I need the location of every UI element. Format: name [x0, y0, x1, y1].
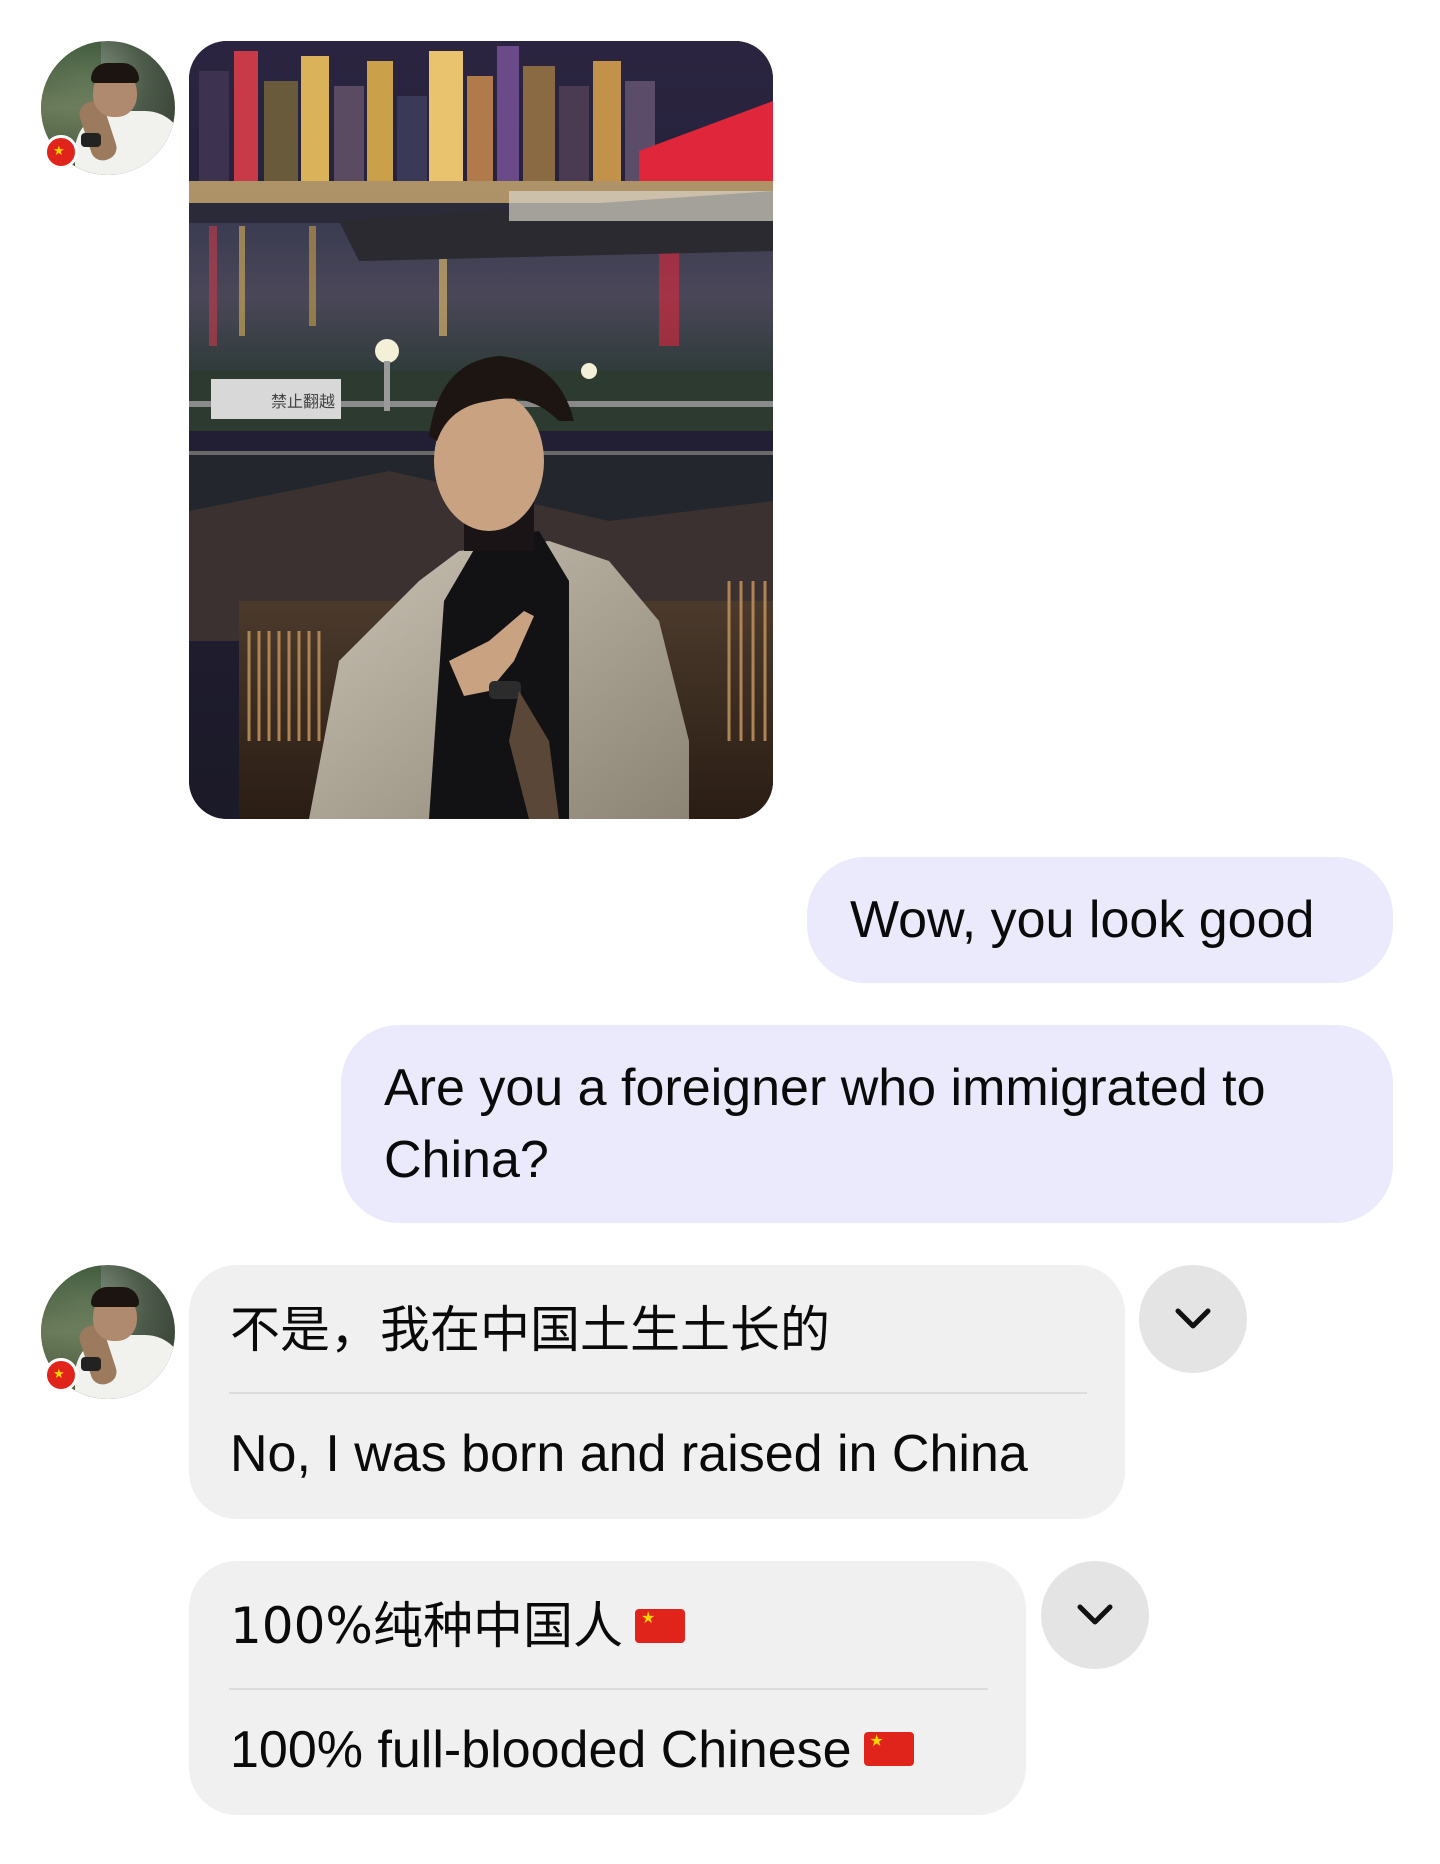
- china-flag-badge-icon: ★: [44, 135, 78, 169]
- translated-text: No, I was born and raised in China: [230, 1425, 1028, 1483]
- translation-divider: [229, 1392, 1087, 1394]
- china-flag-icon: ★: [634, 1608, 685, 1643]
- image-message[interactable]: 禁止翻越: [189, 41, 773, 819]
- china-flag-icon: ★: [863, 1732, 914, 1767]
- expand-message-button[interactable]: [1139, 1265, 1247, 1373]
- message-text-line: Are you a foreigner who immigrated to: [384, 1059, 1266, 1117]
- outgoing-message-bubble[interactable]: Are you a foreigner who immigrated to Ch…: [341, 1025, 1393, 1223]
- expand-message-button[interactable]: [1041, 1561, 1149, 1669]
- message-text: Wow, you look good: [850, 891, 1315, 949]
- night-city-photo: 禁止翻越: [189, 41, 773, 819]
- incoming-message-bubble[interactable]: 不是，我在中国土生土长的 No, I was born and raised i…: [189, 1265, 1125, 1519]
- chevron-down-icon: [1077, 1604, 1113, 1625]
- original-text: 100%纯种中国人 ★: [230, 1595, 685, 1657]
- chevron-down-icon: [1175, 1308, 1211, 1329]
- translated-text-content: 100% full-blooded Chinese: [230, 1721, 852, 1779]
- message-text-line: China?: [384, 1131, 549, 1189]
- outgoing-message-bubble[interactable]: Wow, you look good: [807, 857, 1393, 983]
- translation-divider: [229, 1688, 988, 1690]
- china-flag-badge-icon: ★: [44, 1358, 78, 1392]
- incoming-message-bubble[interactable]: 100%纯种中国人 ★ 100% full-blooded Chinese ★: [189, 1561, 1026, 1815]
- railing-sign-text: 禁止翻越: [271, 392, 335, 411]
- original-text-content: 100%纯种中国人: [230, 1597, 623, 1655]
- translated-text: 100% full-blooded Chinese ★: [230, 1717, 914, 1783]
- original-text: 不是，我在中国土生土长的: [230, 1301, 830, 1359]
